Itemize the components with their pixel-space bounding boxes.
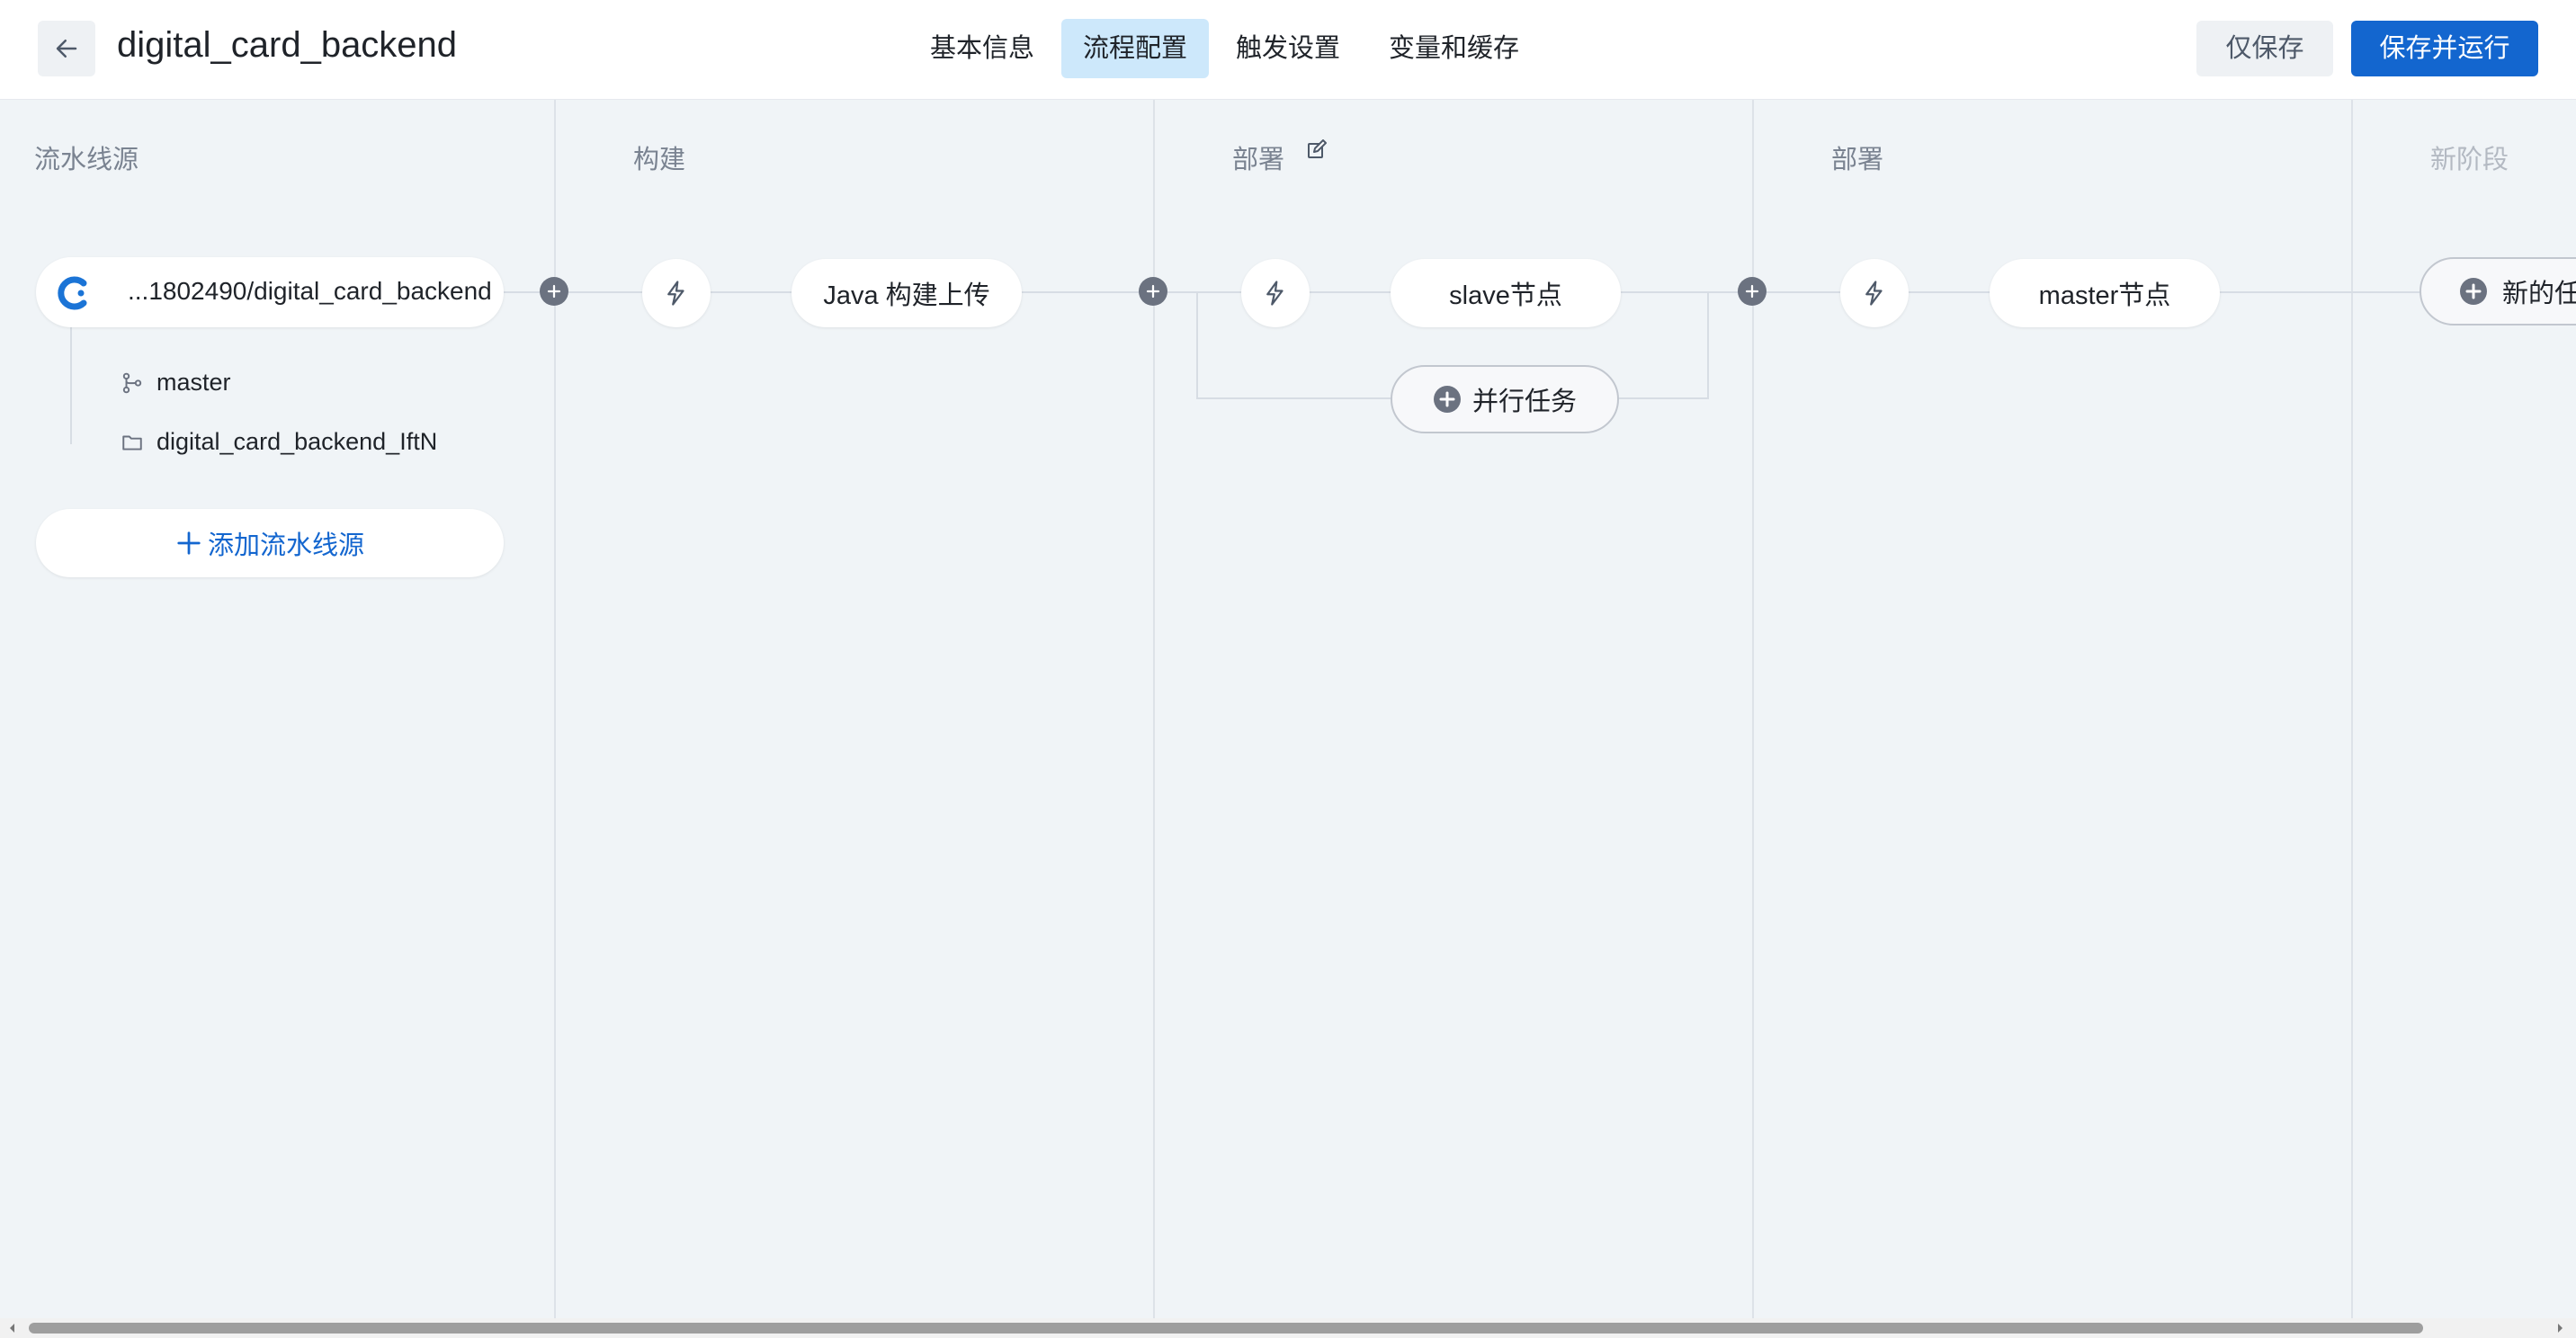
plus-icon: [1745, 284, 1759, 299]
lightning-icon: [1266, 281, 1284, 306]
stage-trigger-button[interactable]: [1840, 259, 1909, 327]
add-stage-button[interactable]: [1139, 277, 1167, 306]
git-branch-icon: [122, 372, 142, 393]
source-repo-name: ...1802490/digital_card_backend: [128, 277, 492, 305]
save-only-button[interactable]: 仅保存: [2196, 21, 2333, 76]
plus-circle-icon: [1433, 386, 1461, 413]
add-parallel-task-button[interactable]: 并行任务: [1391, 365, 1619, 433]
top-bar: digital_card_backend 基本信息 流程配置 触发设置 变量和缓…: [0, 0, 2576, 100]
tab-trigger-settings[interactable]: 触发设置: [1214, 19, 1362, 78]
add-new-task-button[interactable]: 新的任: [2419, 257, 2576, 326]
add-stage-button[interactable]: [540, 277, 568, 306]
add-pipeline-source-button[interactable]: 添加流水线源: [36, 509, 504, 577]
add-source-label: 添加流水线源: [207, 531, 364, 560]
add-stage-button[interactable]: [1738, 277, 1767, 306]
stage-title-deploy-2[interactable]: 部署: [1831, 138, 1883, 176]
save-and-run-button[interactable]: 保存并运行: [2351, 21, 2538, 76]
horizontal-scrollbar[interactable]: [0, 1318, 2576, 1338]
lightning-icon: [667, 281, 684, 306]
scrollbar-thumb[interactable]: [29, 1323, 2423, 1334]
stage-divider: [2351, 100, 2353, 1323]
plus-circle-icon: [2460, 278, 2487, 305]
stage-title-source: 流水线源: [34, 146, 139, 174]
arrow-left-icon: [56, 40, 77, 58]
edit-icon[interactable]: [1306, 139, 1328, 161]
tab-bar: 基本信息 流程配置 触发设置 变量和缓存: [908, 19, 1541, 78]
source-tree-line: [70, 327, 72, 444]
job-java-build[interactable]: Java 构建上传: [792, 259, 1022, 327]
plus-icon: [547, 284, 561, 299]
stage-trigger-button[interactable]: [642, 259, 711, 327]
plus-icon: [177, 531, 201, 555]
back-button[interactable]: [38, 21, 95, 76]
source-folder: digital_card_backend_IftN: [121, 428, 437, 456]
folder-icon: [122, 435, 142, 450]
source-branch: master: [121, 369, 231, 397]
job-slave-node[interactable]: slave节点: [1391, 259, 1621, 327]
scroll-right-icon[interactable]: [2554, 1323, 2565, 1334]
new-task-label: 新的任: [2502, 280, 2576, 308]
tab-variables-cache[interactable]: 变量和缓存: [1367, 19, 1541, 78]
stage-title-deploy[interactable]: 部署: [1232, 138, 1284, 176]
parallel-branch-line: [1196, 291, 1198, 397]
plus-icon: [1146, 284, 1160, 299]
stage-title-build[interactable]: 构建: [633, 138, 685, 176]
lightning-icon: [1865, 281, 1883, 306]
folder-name: digital_card_backend_IftN: [157, 428, 438, 455]
pipeline-source-node[interactable]: ...1802490/digital_card_backend: [36, 257, 504, 327]
tab-flow-config[interactable]: 流程配置: [1061, 19, 1210, 78]
tab-basic-info[interactable]: 基本信息: [908, 19, 1056, 78]
page-title: digital_card_backend: [117, 25, 458, 65]
parallel-task-label: 并行任务: [1471, 388, 1577, 416]
parallel-branch-line: [1707, 291, 1709, 397]
stage-title-new[interactable]: 新阶段: [2430, 138, 2509, 176]
job-master-node[interactable]: master节点: [1990, 259, 2220, 327]
stage-trigger-button[interactable]: [1241, 259, 1310, 327]
branch-name: master: [157, 369, 231, 396]
scroll-left-icon[interactable]: [7, 1323, 18, 1334]
codeup-logo-icon: [58, 276, 87, 310]
